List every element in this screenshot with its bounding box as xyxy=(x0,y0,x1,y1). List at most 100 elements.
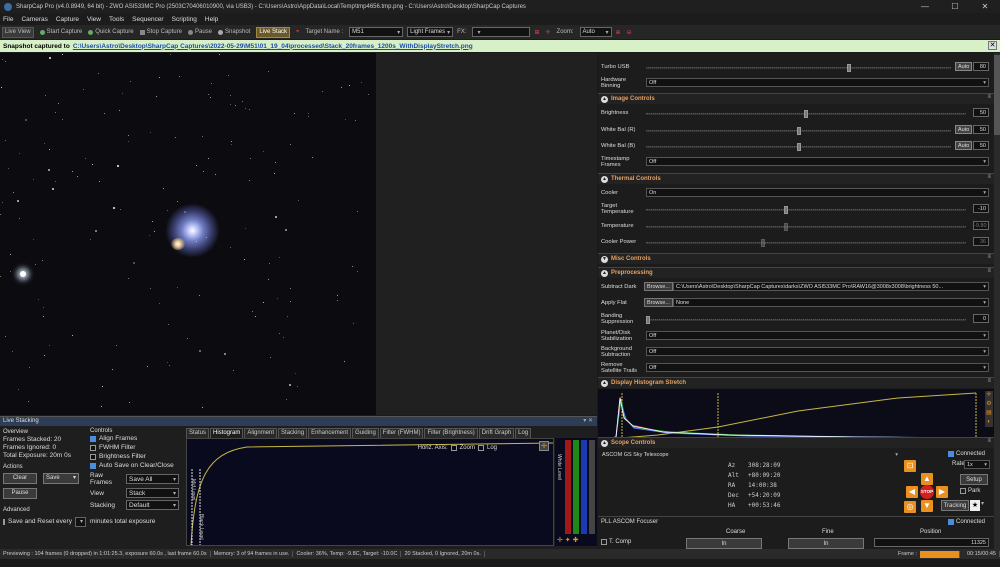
stacking-select[interactable]: Default xyxy=(126,500,179,510)
center-icon[interactable]: ◎ xyxy=(904,501,916,513)
wb-blue-value[interactable]: 50 xyxy=(973,141,989,150)
green-level-bar[interactable] xyxy=(573,440,579,534)
tab-histogram[interactable]: Histogram xyxy=(210,428,244,438)
cooler-select[interactable]: On xyxy=(646,188,989,197)
zoom-select[interactable]: Auto xyxy=(579,27,612,37)
quick-capture-button[interactable]: Quick Capture xyxy=(88,29,134,35)
brightness-slider[interactable] xyxy=(646,110,966,118)
thermal-controls-header[interactable]: ▲ Thermal Controls ≡ xyxy=(598,173,994,184)
zoom-out-icon[interactable]: ⊖ xyxy=(627,29,632,36)
target-name-input[interactable]: M51 xyxy=(349,27,404,37)
position-value[interactable]: 11325 xyxy=(874,538,989,547)
wb-red-auto-button[interactable]: Auto xyxy=(955,125,973,134)
south-arrow-icon[interactable]: ▼ xyxy=(921,500,933,512)
goto-icon[interactable]: ⊡ xyxy=(904,460,916,472)
tab-stacking[interactable]: Stacking xyxy=(278,428,308,438)
view-select[interactable]: Stack xyxy=(126,488,179,498)
focuser-connected-checkbox[interactable]: Connected xyxy=(948,519,985,525)
start-capture-button[interactable]: Start Capture xyxy=(39,29,82,35)
image-controls-header[interactable]: ▲ Image Controls ≡ xyxy=(598,93,994,104)
setup-button[interactable]: Setup xyxy=(960,474,988,485)
slider-thumb[interactable] xyxy=(797,143,801,151)
image-preview[interactable] xyxy=(0,53,597,415)
pause-stack-button[interactable]: Pause xyxy=(3,488,37,499)
align-frames-checkbox[interactable]: Align Frames xyxy=(90,434,183,443)
slider-thumb[interactable] xyxy=(797,127,801,135)
menu-icon[interactable]: ≡ xyxy=(987,438,991,444)
remove-trails-select[interactable]: Off xyxy=(646,363,989,372)
panel-close-icon[interactable]: ▾ ✕ xyxy=(583,417,593,426)
wb-red-value[interactable]: 50 xyxy=(973,125,989,134)
tab-drift-graph[interactable]: Drift Graph xyxy=(478,428,515,438)
slider-thumb[interactable] xyxy=(804,110,808,118)
east-arrow-icon[interactable]: ▶ xyxy=(936,486,948,498)
tab-alignment[interactable]: Alignment xyxy=(244,428,278,438)
pause-button[interactable]: Pause xyxy=(187,29,212,35)
grid-icon[interactable]: ⊞ xyxy=(534,29,539,36)
menu-icon[interactable]: ≡ xyxy=(987,174,991,180)
tab-filter-brightness[interactable]: Filter (Brightness) xyxy=(424,428,478,438)
reset-icon[interactable]: ✛ ✦ ✚ xyxy=(557,536,579,544)
scope-connected-checkbox[interactable]: Connected xyxy=(948,451,985,457)
tab-guiding[interactable]: Guiding xyxy=(352,428,379,438)
flat-frame-select[interactable]: None xyxy=(673,298,989,307)
clear-button[interactable]: Clear xyxy=(3,473,37,484)
save-reset-checkbox[interactable]: Save and Reset every minutes total exposu… xyxy=(3,517,155,527)
menu-help[interactable]: Help xyxy=(205,16,218,23)
hw-binning-select[interactable]: Off xyxy=(646,78,989,87)
tab-filter-fwhm[interactable]: Filter (FWHM) xyxy=(379,428,424,438)
target-temp-value[interactable]: -10 xyxy=(973,204,989,213)
turbo-auto-button[interactable]: Auto xyxy=(955,62,973,71)
log-checkbox[interactable] xyxy=(477,445,484,451)
north-arrow-icon[interactable]: ▲ xyxy=(921,473,933,485)
fx-select[interactable] xyxy=(472,27,531,37)
live-view-button[interactable]: Live View xyxy=(2,26,34,38)
scrollbar[interactable] xyxy=(994,53,1000,549)
lum-level-bar[interactable] xyxy=(589,440,595,534)
close-button[interactable]: ✕ xyxy=(970,0,1000,13)
wb-blue-slider[interactable] xyxy=(646,143,951,151)
fwhm-filter-checkbox[interactable]: FWHM Filter xyxy=(90,443,183,452)
save-button[interactable]: Save ▾ xyxy=(43,473,79,484)
brightness-filter-checkbox[interactable]: Brightness Filter xyxy=(90,452,183,461)
auto-save-checkbox[interactable]: Auto Save on Clear/Close xyxy=(90,461,183,470)
rate-select[interactable]: 1x xyxy=(964,460,990,469)
live-stack-button[interactable]: Live Stack xyxy=(256,26,291,38)
minimize-button[interactable]: — xyxy=(910,0,940,13)
tcomp-checkbox[interactable]: T. Comp xyxy=(601,539,631,545)
minutes-input[interactable] xyxy=(74,517,86,527)
maximize-button[interactable]: ☐ xyxy=(940,0,970,13)
crosshair-icon[interactable]: ✛ xyxy=(539,441,549,451)
flat-browse-button[interactable]: Browse... xyxy=(644,298,673,307)
banding-slider[interactable] xyxy=(646,316,966,324)
menu-tools[interactable]: Tools xyxy=(109,16,124,23)
stop-button[interactable]: STOP xyxy=(920,485,934,499)
planet-stabilization-select[interactable]: Off xyxy=(646,331,989,340)
blue-level-bar[interactable] xyxy=(581,440,587,534)
turbo-usb-slider[interactable] xyxy=(646,64,951,72)
bg-subtraction-select[interactable]: Off xyxy=(646,347,989,356)
raw-frames-select[interactable]: Save All xyxy=(126,474,179,484)
menu-file[interactable]: File xyxy=(3,16,13,23)
menu-scripting[interactable]: Scripting xyxy=(172,16,197,23)
coarse-in-button[interactable]: In xyxy=(686,538,762,549)
slider-thumb[interactable] xyxy=(784,206,788,214)
stack-histogram[interactable]: Horiz. Axis: Zoom Log ✛ Mid Level Black … xyxy=(186,438,554,546)
fine-in-button[interactable]: In xyxy=(788,538,864,549)
scope-select[interactable]: ASCOM GS Sky Telescope xyxy=(600,451,900,460)
frame-type-select[interactable]: Light Frames xyxy=(407,27,454,37)
crosshair-icon[interactable]: ✛ xyxy=(546,29,551,36)
menu-sequencer[interactable]: Sequencer xyxy=(132,16,163,23)
slider-thumb[interactable] xyxy=(847,64,851,72)
slider-thumb[interactable] xyxy=(646,316,650,324)
turbo-usb-value[interactable]: 80 xyxy=(973,62,989,71)
zoom-in-icon[interactable]: ⊕ xyxy=(616,29,621,36)
misc-controls-header[interactable]: ▼ Misc Controls ≡ xyxy=(598,253,994,264)
stop-capture-button[interactable]: Stop Capture xyxy=(139,29,182,35)
white-level-panel[interactable]: White Level ✛ ✦ ✚ xyxy=(555,438,597,546)
histogram-tools-icon[interactable]: ✛ ⚙ ▤ ◐ xyxy=(985,391,993,427)
display-histogram[interactable]: ✛ ⚙ ▤ ◐ xyxy=(598,389,994,443)
timestamp-select[interactable]: Off xyxy=(646,157,989,166)
menu-icon[interactable]: ≡ xyxy=(987,378,991,384)
menu-view[interactable]: View xyxy=(87,16,101,23)
